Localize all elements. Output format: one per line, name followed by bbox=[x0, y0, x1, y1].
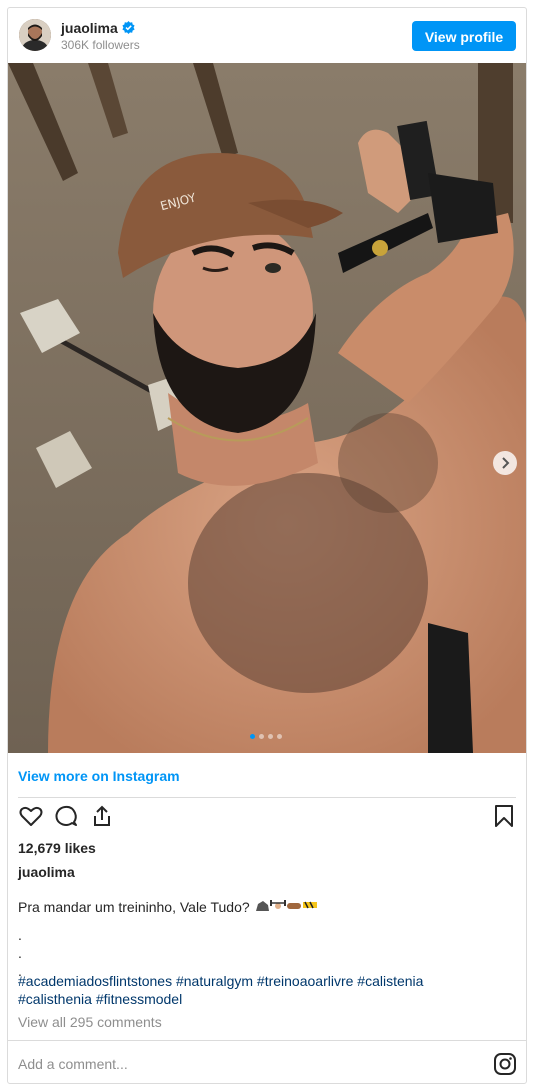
post-photo[interactable]: ENJOY bbox=[8, 63, 526, 753]
construction-emoji-icon bbox=[302, 899, 318, 917]
carousel-next-button[interactable] bbox=[493, 451, 517, 475]
carousel-dot bbox=[268, 734, 273, 739]
post-header: juaolima 306K followers View profile bbox=[8, 8, 526, 63]
view-profile-button[interactable]: View profile bbox=[412, 21, 516, 51]
caption-dot: . bbox=[18, 945, 22, 961]
hashtags[interactable]: #academiadosflintstones #naturalgym #tre… bbox=[18, 972, 488, 1008]
divider bbox=[18, 797, 516, 798]
carousel-dot bbox=[259, 734, 264, 739]
bookmark-icon[interactable] bbox=[491, 803, 517, 829]
add-comment-input[interactable]: Add a comment... bbox=[18, 1056, 128, 1072]
caption-username[interactable]: juaolima bbox=[18, 864, 75, 880]
caption-text: Pra mandar um treininho, Vale Tudo? bbox=[18, 898, 318, 917]
rock-emoji-icon bbox=[254, 899, 270, 917]
weightlifter-emoji-icon bbox=[269, 899, 286, 917]
instagram-embed-card: juaolima 306K followers View profile ENJ… bbox=[7, 7, 527, 1084]
comment-icon[interactable] bbox=[53, 803, 79, 829]
verified-badge-icon bbox=[122, 21, 135, 34]
caption-dot: . bbox=[18, 927, 22, 943]
view-more-link[interactable]: View more on Instagram bbox=[18, 768, 180, 784]
like-count[interactable]: 12,679 likes bbox=[18, 840, 96, 856]
instagram-logo-icon[interactable] bbox=[493, 1052, 517, 1076]
avatar[interactable] bbox=[19, 19, 51, 51]
action-bar bbox=[8, 803, 526, 835]
caption-body: Pra mandar um treininho, Vale Tudo? bbox=[18, 899, 250, 915]
share-icon[interactable] bbox=[89, 803, 115, 829]
wood-emoji-icon bbox=[286, 899, 302, 917]
follower-count: 306K followers bbox=[61, 38, 140, 52]
heart-icon[interactable] bbox=[18, 803, 44, 829]
username[interactable]: juaolima bbox=[61, 20, 118, 36]
divider bbox=[8, 1040, 526, 1041]
carousel-dot-active bbox=[250, 734, 255, 739]
view-all-comments-link[interactable]: View all 295 comments bbox=[18, 1014, 162, 1030]
chevron-right-icon bbox=[502, 457, 510, 469]
carousel-dot bbox=[277, 734, 282, 739]
